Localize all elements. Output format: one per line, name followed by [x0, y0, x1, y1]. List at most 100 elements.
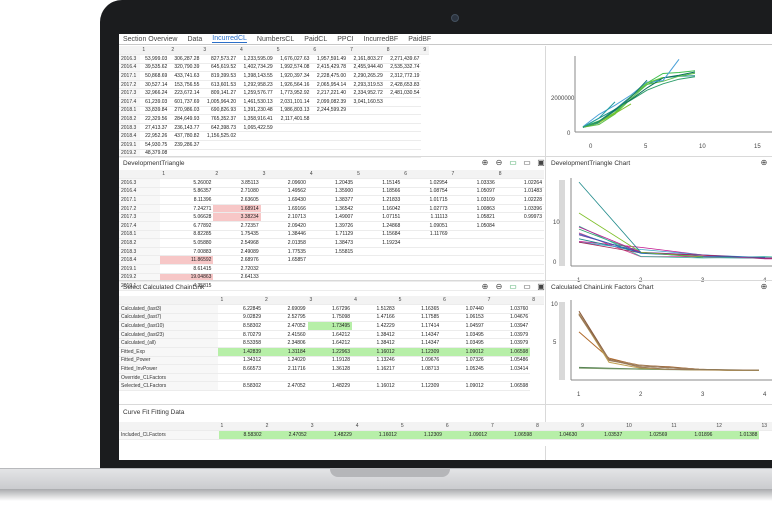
table-cell[interactable]: 2,428,653.83: [384, 80, 422, 90]
table-cell[interactable]: 2,312,772.19: [384, 71, 422, 81]
table-cell[interactable]: 2,271,439.67: [384, 54, 422, 64]
table-cell[interactable]: 8.11396: [160, 195, 214, 205]
table-cell[interactable]: [348, 114, 385, 124]
table-cell[interactable]: 5.26002: [160, 178, 214, 188]
column-header[interactable]: 9: [421, 46, 429, 56]
table-cell[interactable]: 2,099,082.39: [311, 97, 349, 107]
table-cell[interactable]: 2.72032: [213, 264, 261, 274]
column-header[interactable]: 1: [218, 296, 264, 306]
table-cell[interactable]: 1.03947: [485, 321, 531, 331]
table-cell[interactable]: 765,352.37: [201, 114, 239, 124]
column-header[interactable]: 8: [534, 422, 580, 432]
table-cell[interactable]: 8.70279: [218, 330, 264, 340]
table-cell[interactable]: 1.73495: [307, 321, 353, 331]
table-cell[interactable]: [496, 255, 544, 266]
table-cell[interactable]: 2,244,599.29: [311, 106, 349, 116]
column-header[interactable]: 3: [307, 296, 353, 306]
table-cell[interactable]: [307, 264, 356, 274]
table-cell[interactable]: 153,756.55: [169, 80, 202, 90]
column-header[interactable]: 3: [308, 422, 354, 432]
table-cell[interactable]: 1.49562: [260, 187, 308, 197]
table-cell[interactable]: 642,398.73: [201, 123, 239, 133]
table-cell[interactable]: 236,143.77: [169, 123, 202, 133]
table-cell[interactable]: 1.49007: [307, 212, 356, 223]
table-cell[interactable]: [449, 238, 497, 248]
column-header[interactable]: 1: [140, 46, 170, 56]
table-row[interactable]: 2017.2 7.24271 1.68914 1.69166 1.36542 1.1604…: [119, 204, 544, 214]
table-row[interactable]: 2017.3 5.06628 3.38234 2.10713 1.49007 1.0715…: [119, 212, 544, 223]
table-cell[interactable]: [496, 221, 544, 231]
table-row[interactable]: Fitted_InvPower 8.66573 2.11716 1.36128 1.16…: [119, 364, 544, 374]
table-cell[interactable]: 2.34806: [263, 338, 308, 349]
table-cell[interactable]: 1.71129: [307, 230, 356, 240]
table-cell[interactable]: [396, 373, 442, 383]
table-cell[interactable]: 2.71080: [213, 187, 261, 197]
table-cell[interactable]: 1.55815: [307, 247, 356, 257]
tab-section-overview[interactable]: Section Overview: [123, 36, 177, 43]
table-cell[interactable]: 1.11769: [402, 230, 450, 240]
table-cell[interactable]: 33,839.84: [140, 106, 170, 116]
table-cell[interactable]: 1,920,397.34: [274, 71, 312, 81]
table-cell[interactable]: [274, 123, 312, 133]
table-cell[interactable]: [260, 281, 308, 291]
table-cell[interactable]: 1.24868: [355, 221, 403, 231]
table-cell[interactable]: 239,286.37: [169, 140, 202, 150]
table-cell[interactable]: 1,676,027.63: [274, 54, 312, 64]
table-cell[interactable]: 1.03760: [485, 304, 531, 314]
column-header[interactable]: 13: [759, 422, 772, 432]
table-row[interactable]: 2016.3 5.26002 3.85113 2.09600 1.20435 1.1514…: [119, 178, 544, 188]
column-header[interactable]: 7: [348, 46, 385, 56]
table-cell[interactable]: 1.69430: [260, 195, 308, 205]
table-row[interactable]: 2017.1 8.11396 2.63605 1.69430 1.38377 1.2183…: [119, 195, 544, 205]
table-cell[interactable]: 2,031,101.14: [274, 97, 312, 107]
table-cell[interactable]: 1.06598: [489, 430, 535, 440]
table-cell[interactable]: 1.47166: [352, 313, 397, 323]
table-cell[interactable]: 7.00883: [160, 247, 214, 257]
table-cell[interactable]: 8.58302: [218, 430, 264, 440]
table-cell[interactable]: [348, 131, 385, 142]
table-cell[interactable]: [384, 97, 422, 107]
table-cell[interactable]: 1.38412: [352, 330, 397, 340]
column-header[interactable]: 2: [263, 422, 309, 432]
table-cell[interactable]: 645,619.52: [201, 63, 239, 73]
table-cell[interactable]: 1.09012: [441, 347, 486, 357]
table-cell[interactable]: [311, 131, 349, 142]
table-cell[interactable]: 284,649.93: [169, 114, 202, 124]
table-cell[interactable]: 1,926,564.16: [274, 80, 312, 90]
column-header[interactable]: 2: [263, 296, 308, 306]
table-cell[interactable]: 2,535,332.74: [384, 63, 422, 73]
table-cell[interactable]: 1.09012: [443, 430, 489, 440]
table-cell[interactable]: 1,992,574.08: [274, 63, 312, 73]
table-cell[interactable]: 1.03109: [449, 195, 497, 205]
table-cell[interactable]: 1.19128: [307, 356, 353, 366]
table-cell[interactable]: [496, 230, 544, 240]
table-cell[interactable]: [402, 264, 450, 274]
table-cell[interactable]: 1.02954: [402, 178, 450, 188]
table-cell[interactable]: 613,601.53: [201, 80, 239, 90]
table-cell[interactable]: [496, 247, 544, 257]
column-header[interactable]: 4: [352, 296, 397, 306]
table-cell[interactable]: 1.16012: [352, 381, 397, 392]
table-cell[interactable]: 1,402,734.29: [238, 63, 275, 73]
table-cell[interactable]: 8.53358: [218, 338, 264, 349]
table-cell[interactable]: 1.05821: [449, 212, 497, 223]
column-header[interactable]: 4: [353, 422, 399, 432]
table-cell[interactable]: 1.03396: [496, 204, 544, 214]
table-row[interactable]: Included_CLFactors 8.58302 2.47052 1.48229 1…: [119, 430, 772, 440]
table-cell[interactable]: 1.12309: [396, 381, 442, 392]
table-cell[interactable]: 2.11716: [263, 364, 308, 374]
table-cell[interactable]: 2.72357: [213, 221, 261, 231]
table-cell[interactable]: 2.68976: [213, 255, 261, 266]
table-row[interactable]: Override_CLFactors: [119, 373, 544, 383]
table-cell[interactable]: 1.48229: [308, 430, 354, 440]
table-cell[interactable]: 809,141.27: [201, 88, 239, 99]
table-cell[interactable]: [402, 238, 450, 248]
chainlink-grid[interactable]: 1 2 3 4 5 6 7 8 Calculated_(last3) 6.22845 2.69099…: [119, 296, 544, 396]
table-row[interactable]: 2016.4 5.86357 2.71080 1.49562 1.35900 1.1856…: [119, 187, 544, 197]
table-cell[interactable]: 27,413.37: [140, 123, 170, 133]
table-cell[interactable]: 1.04676: [485, 313, 531, 323]
table-cell[interactable]: [402, 247, 450, 257]
table-cell[interactable]: 1.17414: [396, 321, 442, 331]
table-cell[interactable]: [496, 238, 544, 248]
table-cell[interactable]: 1,358,916.41: [238, 114, 275, 124]
